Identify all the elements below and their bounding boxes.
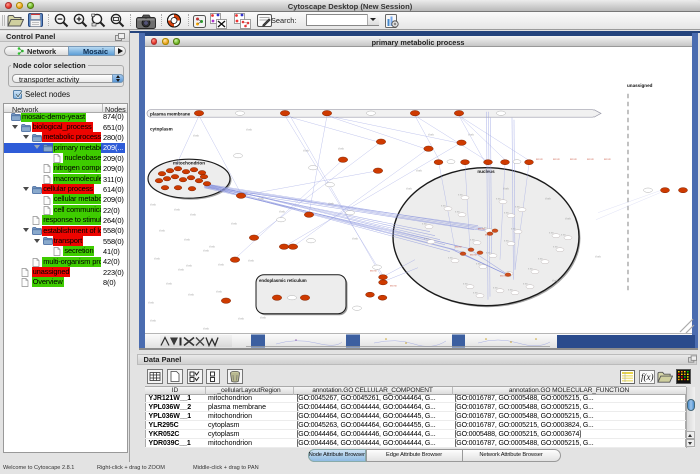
svg-text:t kxk: t kxk	[545, 197, 551, 201]
svg-text:t kxk: t kxk	[159, 229, 165, 233]
svg-text:t kxk: t kxk	[279, 210, 285, 214]
svg-text:t kxk: t kxk	[338, 147, 344, 151]
svg-text:t kxk: t kxk	[166, 282, 172, 286]
svg-text:x xx: x xx	[476, 263, 481, 266]
svg-text:xxx xx: xxx xx	[570, 158, 577, 161]
svg-text:x xx: x xx	[496, 198, 501, 201]
svg-text:x xx: x xx	[441, 205, 446, 208]
svg-text:t kxk: t kxk	[352, 237, 358, 241]
svg-text:t kxk: t kxk	[595, 255, 601, 259]
svg-text:unassigned: unassigned	[627, 83, 653, 88]
svg-text:x xx: x xx	[553, 246, 558, 249]
svg-text:t kxk: t kxk	[328, 202, 334, 206]
svg-text:x xx: x xx	[422, 223, 427, 226]
svg-text:f(x): f(x)	[641, 372, 654, 382]
svg-text:t kxk: t kxk	[416, 169, 422, 173]
svg-text:t kxk: t kxk	[193, 134, 199, 138]
svg-text:t kxk: t kxk	[552, 279, 558, 283]
svg-text:xxx xx: xxx xx	[470, 254, 477, 257]
svg-text:t kxk: t kxk	[154, 257, 160, 261]
svg-text:t kxk: t kxk	[174, 208, 180, 212]
svg-text:cytoplasm: cytoplasm	[150, 127, 173, 132]
svg-text:t kxk: t kxk	[188, 293, 194, 297]
svg-text:x xx: x xx	[470, 239, 475, 242]
svg-text:x xx: x xx	[523, 283, 528, 286]
svg-text:xxx xx: xxx xx	[455, 246, 462, 249]
svg-text:t kxk: t kxk	[186, 264, 192, 268]
svg-text:t kxk: t kxk	[203, 249, 209, 253]
svg-text:endoplasmic reticulum: endoplasmic reticulum	[259, 278, 307, 283]
svg-text:t kxk: t kxk	[216, 290, 222, 294]
svg-text:x xx: x xx	[549, 232, 554, 235]
svg-text:xxx xx: xxx xx	[604, 158, 611, 161]
svg-text:x xx: x xx	[508, 289, 513, 292]
svg-text:t kxk: t kxk	[209, 245, 215, 249]
svg-text:t kxk: t kxk	[468, 133, 474, 137]
svg-text:xxx xx: xxx xx	[370, 270, 377, 273]
svg-text:t kxk: t kxk	[565, 217, 571, 221]
svg-text:x xx: x xx	[511, 228, 516, 231]
svg-text:x xx: x xx	[424, 238, 429, 241]
svg-text:t kxk: t kxk	[203, 327, 209, 331]
svg-text:t kxk: t kxk	[178, 268, 184, 272]
svg-text:plasma membrane: plasma membrane	[150, 112, 191, 117]
svg-text:nucleus: nucleus	[477, 169, 495, 174]
svg-text:xxx xx: xxx xx	[485, 234, 492, 237]
svg-text:xxx xx: xxx xx	[536, 158, 543, 161]
svg-text:t kxk: t kxk	[303, 149, 309, 153]
svg-text:t kxk: t kxk	[150, 203, 156, 207]
svg-text:t kxk: t kxk	[406, 187, 412, 191]
svg-text:t kxk: t kxk	[246, 128, 252, 132]
svg-text:xxx xx: xxx xx	[587, 158, 594, 161]
svg-text:t kxk: t kxk	[148, 301, 154, 305]
svg-text:t kxk: t kxk	[503, 187, 509, 191]
svg-text:x xx: x xx	[528, 268, 533, 271]
svg-text:x xx: x xx	[515, 206, 520, 209]
svg-text:t kxk: t kxk	[248, 259, 254, 263]
svg-text:x xx: x xx	[458, 194, 463, 197]
svg-text:xxx xx: xxx xx	[553, 158, 560, 161]
svg-text:x xx: x xx	[504, 240, 509, 243]
svg-text:x xx: x xx	[448, 257, 453, 260]
svg-text:t kxk: t kxk	[258, 197, 264, 201]
svg-text:xxx xx: xxx xx	[390, 285, 397, 288]
svg-text:t kxk: t kxk	[190, 213, 196, 217]
svg-text:t kxk: t kxk	[238, 317, 244, 321]
svg-text:xxx xx: xxx xx	[478, 228, 485, 231]
svg-text:x xx: x xx	[504, 212, 509, 215]
svg-text:x xx: x xx	[486, 252, 491, 255]
svg-text:t kxk: t kxk	[231, 222, 237, 226]
svg-text:x xx: x xx	[455, 211, 460, 214]
svg-text:x xx: x xx	[463, 283, 468, 286]
svg-text:x xx: x xx	[538, 258, 543, 261]
svg-text:t kxk: t kxk	[184, 238, 190, 242]
svg-text:x xx: x xx	[493, 287, 498, 290]
svg-text:t kxk: t kxk	[150, 319, 156, 323]
svg-text:t kxk: t kxk	[428, 133, 434, 137]
svg-text:x xx: x xx	[561, 234, 566, 237]
svg-text:x xx: x xx	[473, 292, 478, 295]
svg-text:t kxk: t kxk	[218, 263, 224, 267]
svg-text:xxx xx: xxx xx	[500, 275, 507, 278]
svg-text:t kxk: t kxk	[260, 316, 266, 320]
